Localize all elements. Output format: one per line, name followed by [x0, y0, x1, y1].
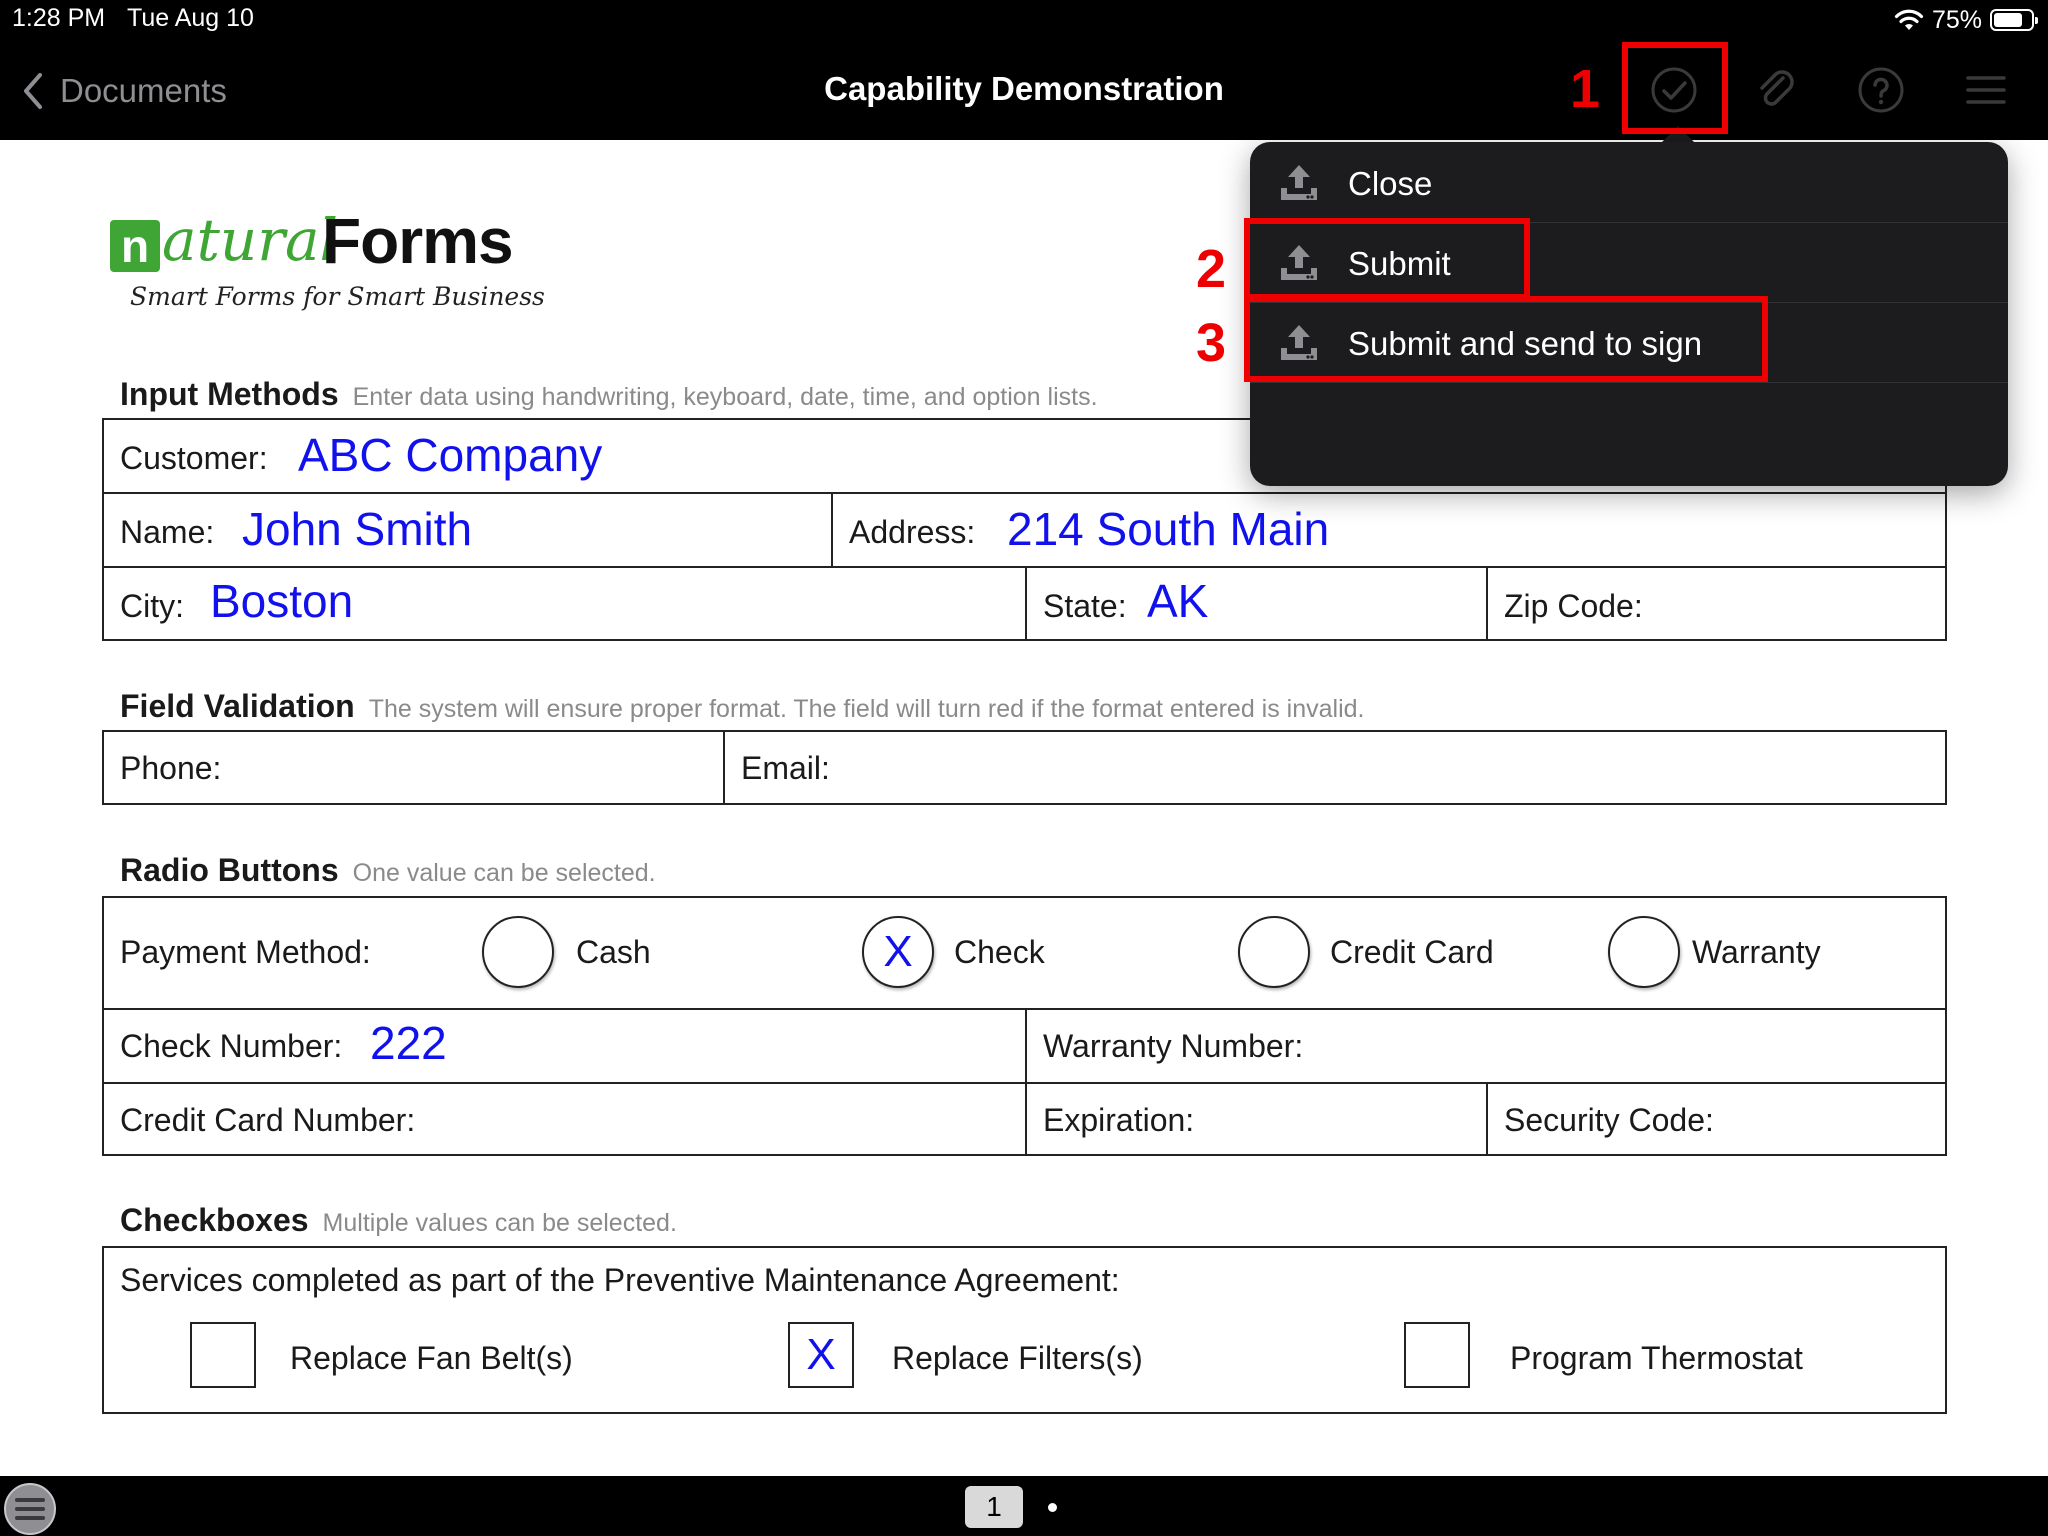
- check-number-field[interactable]: Check Number: 222: [104, 1010, 1025, 1082]
- help-icon[interactable]: [1855, 64, 1907, 116]
- option-label-cash: Cash: [576, 934, 651, 970]
- logo-tagline: Smart Forms for Smart Business: [130, 282, 545, 311]
- section-header-input-methods: Input Methods Enter data using handwriti…: [120, 376, 1098, 413]
- option-label-check: Check: [954, 934, 1045, 970]
- battery-icon: [1990, 9, 2038, 31]
- radio-mark: X: [883, 927, 913, 976]
- bottom-toolbar: 1: [0, 1476, 2048, 1536]
- zip-code-field[interactable]: Zip Code:: [1488, 568, 1945, 641]
- email-label: Email:: [741, 750, 830, 786]
- checkbox-label-replace-fan-belt: Replace Fan Belt(s): [290, 1340, 573, 1376]
- address-value: 214 South Main: [1007, 503, 1330, 555]
- checkbox-program-thermostat[interactable]: [1404, 1322, 1470, 1388]
- wifi-icon: [1894, 9, 1924, 30]
- field-validation-table: Phone: Email:: [102, 730, 1947, 805]
- section-title: Field Validation: [120, 688, 355, 724]
- section-description: One value can be selected.: [352, 859, 656, 887]
- check-number-label: Check Number:: [120, 1028, 343, 1064]
- checkbox-mark: X: [806, 1330, 836, 1379]
- state-field[interactable]: State: AK: [1027, 568, 1486, 641]
- expiration-field[interactable]: Expiration:: [1027, 1084, 1486, 1154]
- address-label: Address:: [849, 514, 976, 550]
- hamburger-menu-icon[interactable]: [1960, 64, 2012, 116]
- section-header-field-validation: Field Validation The system will ensure …: [120, 688, 1365, 725]
- status-indicators: 75%: [1894, 4, 2038, 36]
- security-code-field[interactable]: Security Code:: [1488, 1084, 1945, 1154]
- checkboxes-table: Services completed as part of the Preven…: [102, 1246, 1947, 1414]
- callout-number-2: 2: [1196, 239, 1227, 299]
- section-title: Checkboxes: [120, 1202, 309, 1238]
- checkbox-prompt: Services completed as part of the Preven…: [120, 1262, 1120, 1298]
- status-time: 1:28 PM: [12, 4, 106, 32]
- name-field[interactable]: Name: John Smith: [104, 494, 831, 566]
- menu-item-close[interactable]: Close: [1250, 144, 2008, 224]
- zip-code-label: Zip Code:: [1504, 588, 1643, 624]
- radio-check[interactable]: X: [862, 916, 934, 988]
- logo-word-natural: atural: [162, 206, 339, 274]
- phone-field[interactable]: Phone:: [104, 732, 723, 803]
- radio-warranty[interactable]: [1608, 916, 1680, 988]
- callout-box-3: [1244, 296, 1768, 382]
- city-label: City:: [120, 588, 184, 624]
- email-field[interactable]: Email:: [725, 732, 1945, 803]
- check-number-value: 222: [370, 1017, 447, 1069]
- expiration-label: Expiration:: [1043, 1102, 1195, 1138]
- page-dot-indicator: [1048, 1503, 1057, 1512]
- state-label: State:: [1043, 588, 1127, 624]
- checkbox-label-replace-filters: Replace Filters(s): [892, 1340, 1143, 1376]
- checkbox-label-program-thermostat: Program Thermostat: [1510, 1340, 1803, 1376]
- customer-value: ABC Company: [298, 429, 603, 481]
- battery-percent: 75%: [1931, 5, 1982, 34]
- section-header-radio-buttons: Radio Buttons One value can be selected.: [120, 852, 656, 889]
- credit-card-number-field[interactable]: Credit Card Number:: [104, 1084, 1025, 1154]
- list-menu-icon[interactable]: [2, 1481, 58, 1536]
- document-title: Capability Demonstration: [824, 70, 1224, 107]
- name-label: Name:: [120, 514, 215, 550]
- logo-word-forms: Forms: [322, 205, 514, 277]
- radio-credit-card[interactable]: [1238, 916, 1310, 988]
- page-number-indicator[interactable]: 1: [965, 1486, 1023, 1528]
- section-description: Enter data using handwriting, keyboard, …: [352, 383, 1098, 411]
- callout-number-3: 3: [1196, 313, 1227, 373]
- naturalforms-logo: n atural Forms Smart Forms for Smart Bus…: [110, 198, 580, 318]
- upload-tray-icon: [1281, 165, 1317, 200]
- city-value: Boston: [210, 575, 354, 627]
- section-description: Multiple values can be selected.: [322, 1209, 677, 1237]
- logo-letter-badge: n: [110, 220, 160, 272]
- section-description: The system will ensure proper format. Th…: [368, 695, 1365, 723]
- callout-box-2: [1244, 218, 1530, 300]
- state-value: AK: [1147, 575, 1209, 627]
- credit-card-number-label: Credit Card Number:: [120, 1102, 416, 1138]
- warranty-number-field[interactable]: Warranty Number:: [1027, 1010, 1945, 1082]
- status-date: Tue Aug 10: [127, 4, 254, 32]
- warranty-number-label: Warranty Number:: [1043, 1028, 1304, 1064]
- checkbox-replace-fan-belt[interactable]: [190, 1322, 256, 1388]
- radio-buttons-table: Payment Method: Cash X Check Credit Card…: [102, 896, 1947, 1156]
- option-label-warranty: Warranty: [1692, 934, 1821, 970]
- section-title: Radio Buttons: [120, 852, 339, 888]
- city-field[interactable]: City: Boston: [104, 568, 1025, 641]
- callout-number-1: 1: [1570, 59, 1601, 119]
- phone-label: Phone:: [120, 750, 222, 786]
- security-code-label: Security Code:: [1504, 1102, 1714, 1138]
- name-value: John Smith: [242, 503, 473, 555]
- top-bar: 1:28 PM Tue Aug 10 75% Documents Capabil…: [0, 0, 2048, 140]
- paperclip-icon[interactable]: [1750, 64, 1802, 116]
- menu-item-label: Close: [1348, 165, 1433, 202]
- checkbox-replace-filters[interactable]: X: [788, 1322, 854, 1388]
- customer-label: Customer:: [120, 440, 268, 476]
- payment-method-label: Payment Method:: [120, 934, 371, 970]
- radio-cash[interactable]: [482, 916, 554, 988]
- section-header-checkboxes: Checkboxes Multiple values can be select…: [120, 1202, 677, 1239]
- option-label-credit-card: Credit Card: [1330, 934, 1494, 970]
- callout-box-1: [1622, 42, 1728, 134]
- section-title: Input Methods: [120, 376, 339, 412]
- address-field[interactable]: Address: 214 South Main: [833, 494, 1945, 566]
